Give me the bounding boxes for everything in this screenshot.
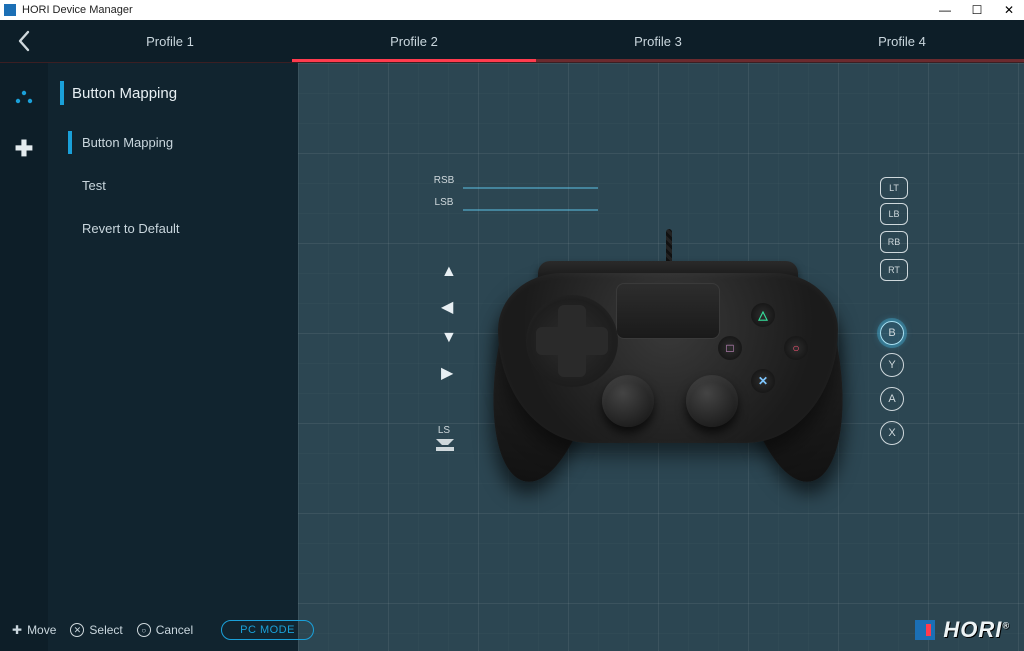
hint-label: Cancel [156, 623, 193, 637]
cross-button: ✕ [751, 369, 775, 393]
tab-profile-4[interactable]: Profile 4 [780, 20, 1024, 62]
dpad [536, 305, 608, 377]
label-lsb[interactable]: LSB [424, 197, 464, 208]
sidebar-item-button-mapping[interactable]: Button Mapping [74, 123, 286, 162]
label-x[interactable]: X [880, 421, 904, 445]
window-title: HORI Device Manager [22, 4, 938, 16]
label-dpad-left[interactable]: ◀ [441, 297, 453, 317]
label-dpad-down[interactable]: ▼ [441, 329, 457, 347]
face-buttons: △ ○ ✕ □ [718, 303, 808, 393]
tab-profile-1[interactable]: Profile 1 [48, 20, 292, 62]
label-a[interactable]: A [880, 387, 904, 411]
sidebar-item-test[interactable]: Test [74, 166, 286, 205]
sidebar-item-label: Button Mapping [82, 135, 173, 150]
left-stick [602, 375, 654, 427]
circle-button: ○ [784, 336, 808, 360]
dpad-icon: ✚ [12, 623, 22, 637]
tab-label: Profile 1 [146, 34, 194, 49]
back-button[interactable] [0, 20, 48, 62]
hint-label: Select [89, 623, 122, 637]
add-rail-icon[interactable]: ✚ [15, 136, 33, 162]
profile-tabs: Profile 1 Profile 2 Profile 3 Profile 4 [48, 20, 1024, 62]
sidebar-item-label: Test [82, 178, 106, 193]
circle-icon: ○ [137, 623, 151, 637]
sidebar-item-label: Revert to Default [82, 221, 180, 236]
label-rb[interactable]: RB [880, 231, 908, 253]
tab-label: Profile 2 [390, 34, 438, 49]
close-button[interactable]: ✕ [1002, 3, 1016, 17]
label-ls[interactable]: LS [424, 425, 464, 436]
label-rsb[interactable]: RSB [424, 175, 464, 186]
label-y[interactable]: Y [880, 353, 904, 377]
footer: ✚ Move ✕ Select ○ Cancel PC MODE HORI® [12, 617, 1010, 643]
brand-text: HORI® [943, 617, 1010, 643]
cross-icon: ✕ [70, 623, 84, 637]
sidebar-item-revert[interactable]: Revert to Default [74, 209, 286, 248]
sidebar-heading-label: Button Mapping [72, 85, 177, 102]
brand-icon [915, 620, 935, 640]
controller-cable [666, 229, 672, 265]
app-icon [4, 4, 16, 16]
sidebar-menu: Button Mapping Test Revert to Default [74, 123, 286, 248]
content-canvas: △ ○ ✕ □ [298, 63, 1024, 651]
label-dpad-right[interactable]: ▶ [441, 363, 453, 383]
label-lt[interactable]: LT [880, 177, 908, 199]
label-lb[interactable]: LB [880, 203, 908, 225]
stick-base-icon [434, 437, 456, 453]
minimize-button[interactable]: — [938, 3, 952, 17]
label-b[interactable]: B [880, 321, 904, 345]
touchpad [616, 283, 720, 339]
sidebar: Button Mapping Button Mapping Test Rever… [48, 63, 298, 651]
tab-label: Profile 3 [634, 34, 682, 49]
footer-hints: ✚ Move ✕ Select ○ Cancel [12, 623, 193, 637]
hint-label: Move [27, 623, 56, 637]
nav-rail: ✚ [0, 63, 48, 651]
hint-select: ✕ Select [70, 623, 122, 637]
label-rt[interactable]: RT [880, 259, 908, 281]
mode-chip[interactable]: PC MODE [221, 620, 314, 640]
header: Profile 1 Profile 2 Profile 3 Profile 4 [0, 20, 1024, 62]
maximize-button[interactable]: ☐ [970, 3, 984, 17]
window-controls: — ☐ ✕ [938, 3, 1020, 17]
hint-cancel: ○ Cancel [137, 623, 193, 637]
main-layout: ✚ Button Mapping Button Mapping Test Rev… [0, 63, 1024, 651]
tab-profile-2[interactable]: Profile 2 [292, 20, 536, 62]
hint-move: ✚ Move [12, 623, 56, 637]
label-dpad-up[interactable]: ▲ [441, 263, 457, 281]
square-button: □ [718, 336, 742, 360]
triangle-button: △ [751, 303, 775, 327]
brand: HORI® [915, 617, 1010, 643]
sidebar-heading: Button Mapping [60, 81, 286, 105]
title-bar: HORI Device Manager — ☐ ✕ [0, 0, 1024, 20]
tab-label: Profile 4 [878, 34, 926, 49]
tab-profile-3[interactable]: Profile 3 [536, 20, 780, 62]
mapping-rail-icon[interactable] [14, 89, 34, 112]
controller-diagram: △ ○ ✕ □ [498, 233, 838, 493]
